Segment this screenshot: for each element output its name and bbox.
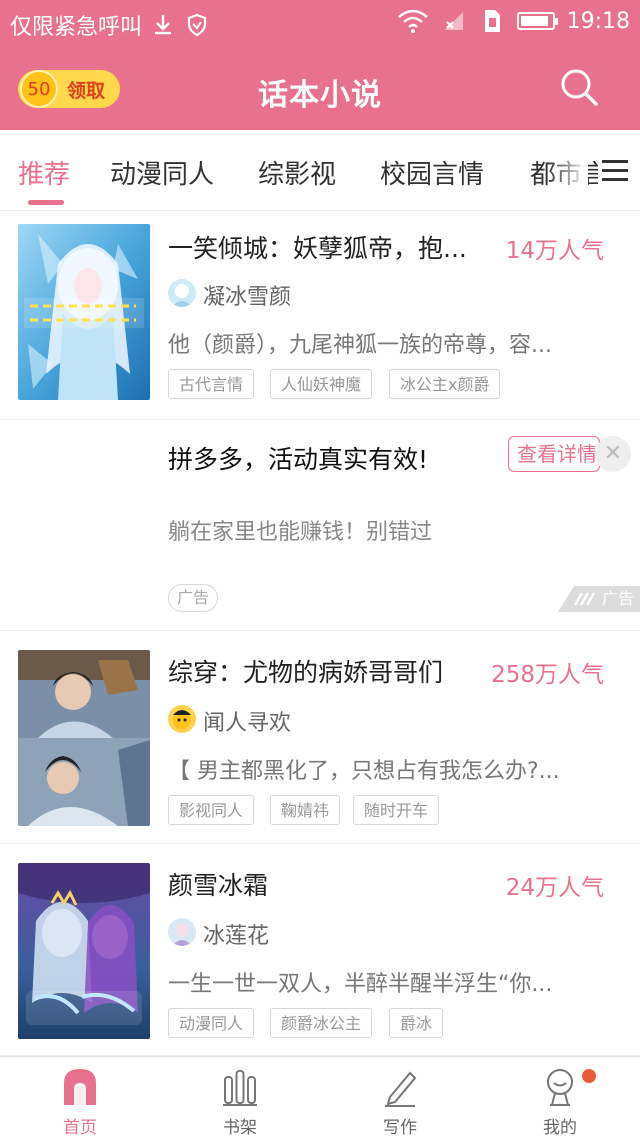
status-bar: 仅限紧急呼叫 19:18 xyxy=(0,0,640,44)
menu-icon[interactable] xyxy=(598,155,630,187)
tab-recommend[interactable]: 推荐 xyxy=(18,154,70,191)
book-tag[interactable]: 影视同人 xyxy=(168,795,255,825)
book-tag[interactable]: 鞠婧祎 xyxy=(270,795,341,825)
close-icon[interactable]: ✕ xyxy=(595,436,631,472)
book-description: 【 男主都黑化了，只想占有我怎么办?... xyxy=(168,759,560,784)
wifi-icon xyxy=(397,9,428,33)
tabs-fade xyxy=(548,140,588,200)
ad-title[interactable]: 拼多多，活动真实有效! xyxy=(168,440,428,476)
author-avatar[interactable] xyxy=(168,705,196,733)
book-title[interactable]: 颜雪冰霜 xyxy=(168,866,478,902)
author-name[interactable]: 闻人寻欢 xyxy=(203,705,291,737)
category-tabs: 推荐 动漫同人 综影视 校园言情 都市言 xyxy=(0,130,640,211)
author-name[interactable]: 凝冰雪颜 xyxy=(203,279,291,311)
nav-profile[interactable]: 我的 xyxy=(480,1057,640,1139)
book-description: 一生一世一双人，半醉半醒半浮生“你... xyxy=(168,972,553,997)
home-icon xyxy=(64,1069,96,1105)
app-header: 50 领取 话本小说 xyxy=(0,44,640,130)
book-tag[interactable]: 随时开车 xyxy=(353,795,440,825)
book-cover[interactable] xyxy=(18,650,150,826)
book-tag[interactable]: 古代言情 xyxy=(168,369,255,399)
book-title[interactable]: 一笑倾城：妖孽狐帝，抱... xyxy=(168,229,488,265)
book-cover[interactable] xyxy=(18,863,150,1039)
bottom-navigation: 首页 书架 写作 我的 xyxy=(0,1056,640,1139)
signal-icon xyxy=(444,12,463,30)
profile-icon xyxy=(547,1069,573,1106)
bookshelf-icon xyxy=(223,1070,257,1106)
list-item[interactable]: 综穿：尤物的病娇哥哥们 258万人气 闻人寻欢 【 男主都黑化了，只想占有我怎么… xyxy=(0,631,640,844)
download-icon xyxy=(155,15,172,35)
book-tag[interactable]: 人仙妖神魔 xyxy=(270,369,373,399)
view-details-button[interactable]: 查看详情 xyxy=(508,436,600,472)
battery-icon xyxy=(516,12,558,30)
sim-card-icon xyxy=(484,10,500,32)
shield-icon xyxy=(187,13,207,37)
book-description: 他（颜爵），九尾神狐一族的帝尊，容... xyxy=(168,333,552,358)
tab-anime-fanfic[interactable]: 动漫同人 xyxy=(110,154,214,191)
ad-badge: 广告 xyxy=(168,584,219,612)
author-avatar[interactable] xyxy=(168,279,196,307)
nav-bookshelf-label: 书架 xyxy=(223,1118,257,1138)
ad-description: 躺在家里也能赚钱！别错过 xyxy=(168,520,433,545)
book-tag[interactable]: 爵冰 xyxy=(389,1008,444,1038)
author-name[interactable]: 冰莲花 xyxy=(203,918,269,950)
pen-icon xyxy=(385,1071,417,1107)
notification-dot xyxy=(582,1069,596,1083)
book-tag[interactable]: 动漫同人 xyxy=(168,1008,255,1038)
page-title: 话本小说 xyxy=(258,78,382,113)
nav-profile-label: 我的 xyxy=(543,1118,577,1138)
nav-write[interactable]: 写作 xyxy=(320,1057,480,1139)
popularity-count: 24万人气 xyxy=(505,875,604,901)
list-item[interactable]: 一笑倾城：妖孽狐帝，抱... 14万人气 凝冰雪颜 他（颜爵），九尾神狐一族的帝… xyxy=(0,211,640,420)
carrier-text: 仅限紧急呼叫 xyxy=(10,15,143,40)
clock: 19:18 xyxy=(566,8,630,34)
tab-campus-romance[interactable]: 校园言情 xyxy=(380,154,484,191)
list-item[interactable]: 颜雪冰霜 24万人气 冰莲花 一生一世一双人，半醉半醒半浮生“你... 动漫同人… xyxy=(0,844,640,1056)
ad-logo-icon xyxy=(573,592,596,606)
search-icon[interactable] xyxy=(556,64,602,110)
popularity-count: 258万人气 xyxy=(491,662,604,688)
nav-bookshelf[interactable]: 书架 xyxy=(160,1057,320,1139)
nav-home[interactable]: 首页 xyxy=(0,1057,160,1139)
nav-home-label: 首页 xyxy=(63,1118,97,1138)
active-tab-indicator xyxy=(28,200,64,205)
tab-film-tv[interactable]: 综影视 xyxy=(258,154,336,191)
nav-write-label: 写作 xyxy=(383,1118,417,1138)
book-cover[interactable] xyxy=(18,224,150,400)
book-tag[interactable]: 冰公主x颜爵 xyxy=(389,369,501,399)
author-avatar[interactable] xyxy=(168,918,196,946)
popularity-count: 14万人气 xyxy=(505,238,604,264)
book-tag[interactable]: 颜爵冰公主 xyxy=(270,1008,373,1038)
book-title[interactable]: 综穿：尤物的病娇哥哥们 xyxy=(168,653,478,689)
